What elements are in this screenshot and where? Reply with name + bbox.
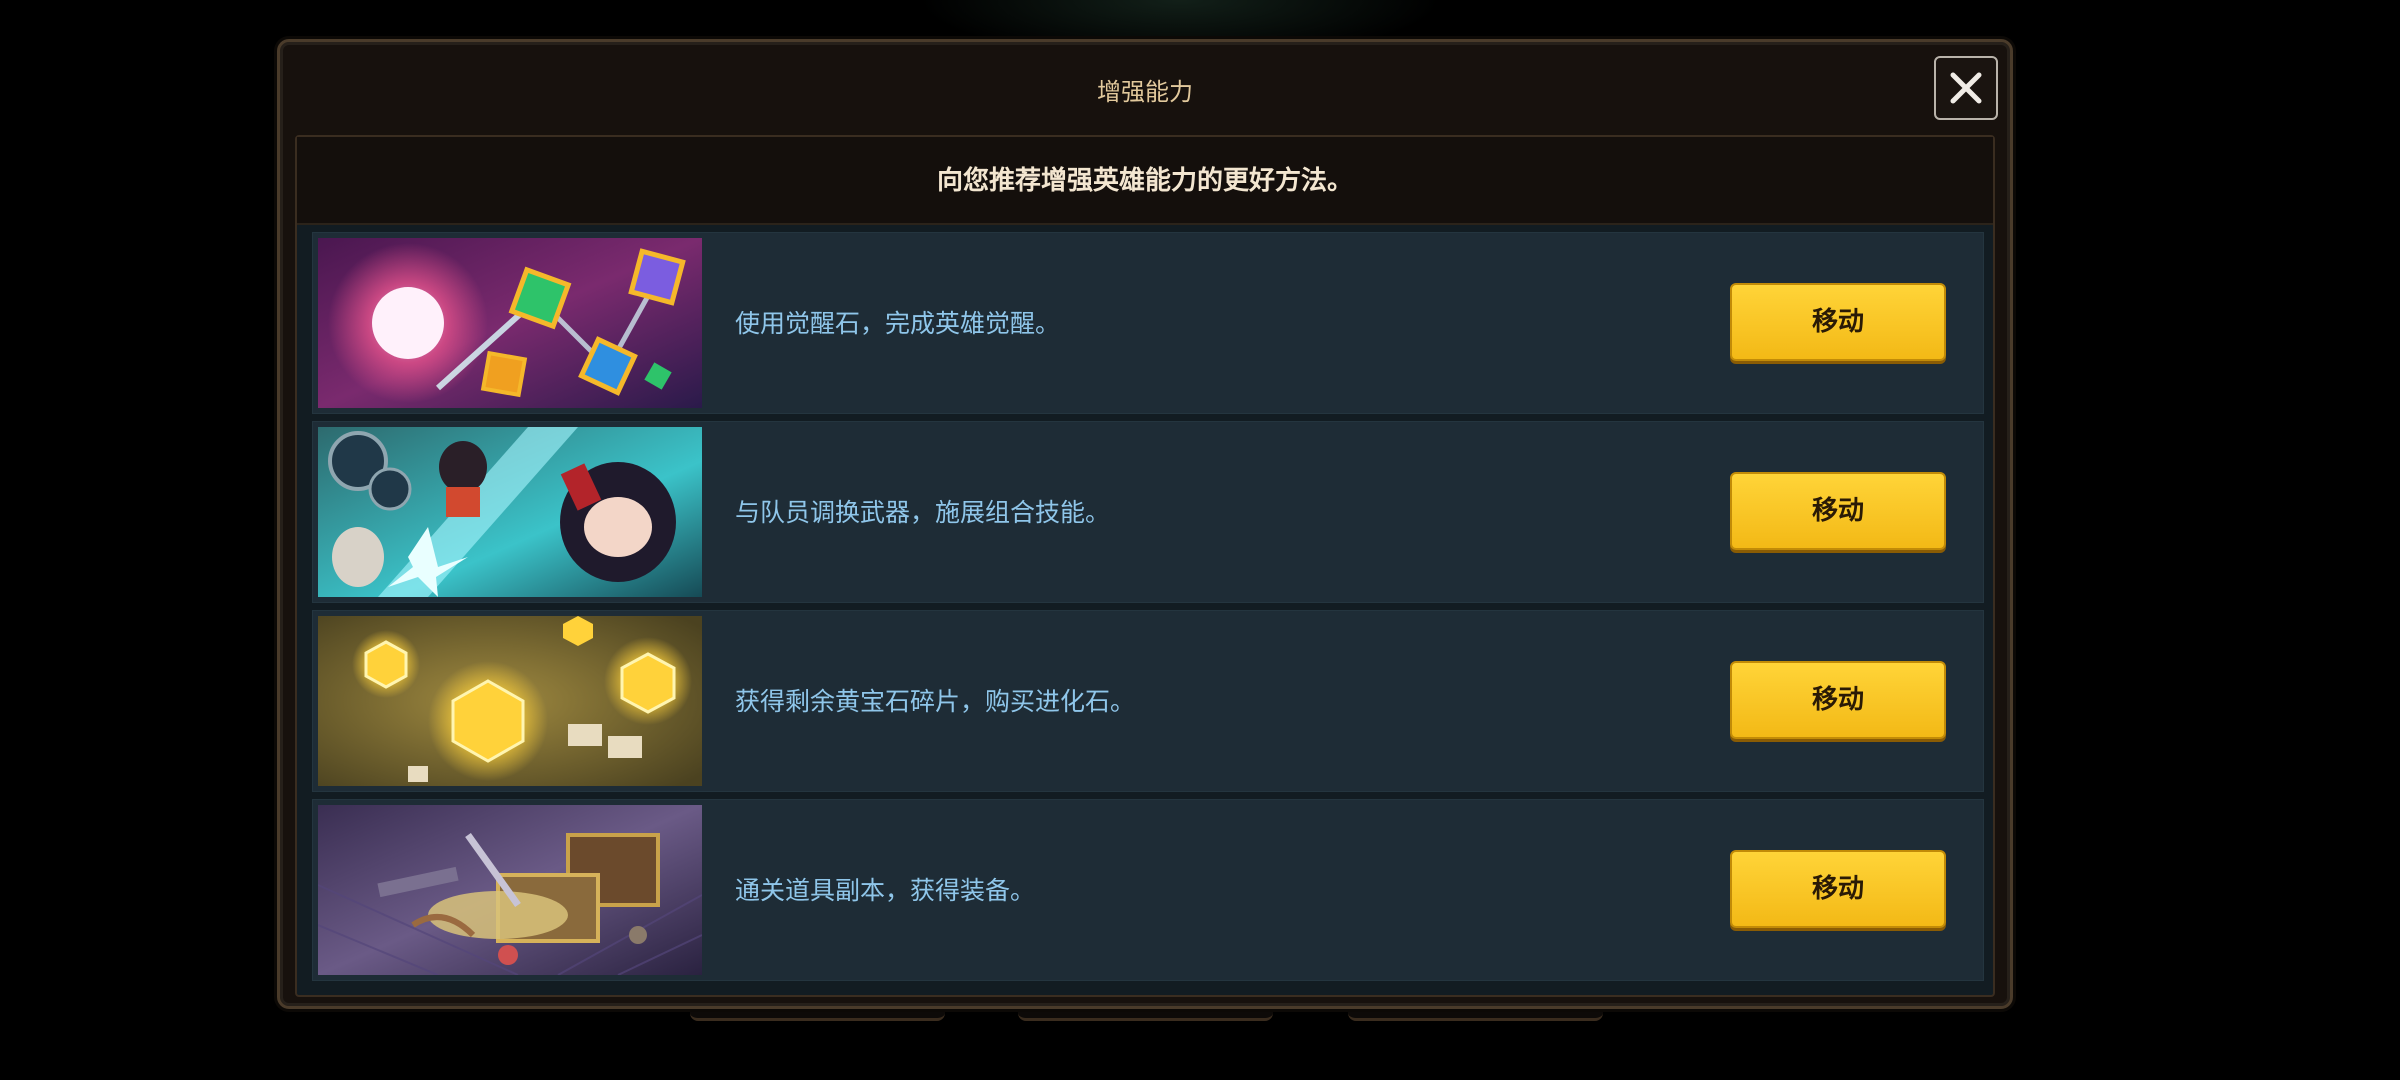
enhance-ability-dialog: 增强能力 向您推荐增强英雄能力的更好方法。 使用觉醒石，完成英雄觉醒。 移动 与… [277,39,2013,1009]
gold-gem-image [318,616,702,786]
treasure-chest-image [318,805,702,975]
move-button[interactable]: 移动 [1730,283,1946,361]
weapon-swap-image [318,427,702,597]
recommendation-row: 获得剩余黄宝石碎片，购买进化石。 移动 [312,610,1984,792]
awakening-stones-image [318,238,702,408]
recommendation-row: 与队员调换武器，施展组合技能。 移动 [312,421,1984,603]
recommendation-row: 使用觉醒石，完成英雄觉醒。 移动 [312,232,1984,414]
move-button[interactable]: 移动 [1730,472,1946,550]
row-description: 使用觉醒石，完成英雄觉醒。 [735,309,1061,338]
close-icon [1950,72,1982,104]
close-button[interactable] [1934,56,1998,120]
row-description: 通关道具副本，获得装备。 [735,876,1036,905]
dialog-title: 增强能力 [1097,78,1193,106]
dialog-subtitle: 向您推荐增强英雄能力的更好方法。 [936,166,1353,196]
recommendation-panel: 向您推荐增强英雄能力的更好方法。 使用觉醒石，完成英雄觉醒。 移动 与队员调换武… [295,135,1995,997]
move-button[interactable]: 移动 [1730,661,1946,739]
subtitle-bar: 向您推荐增强英雄能力的更好方法。 [297,137,1993,225]
row-description: 与队员调换武器，施展组合技能。 [735,498,1111,527]
recommendation-row: 通关道具副本，获得装备。 移动 [312,799,1984,981]
row-description: 获得剩余黄宝石碎片，购买进化石。 [735,687,1136,716]
move-button[interactable]: 移动 [1730,850,1946,928]
